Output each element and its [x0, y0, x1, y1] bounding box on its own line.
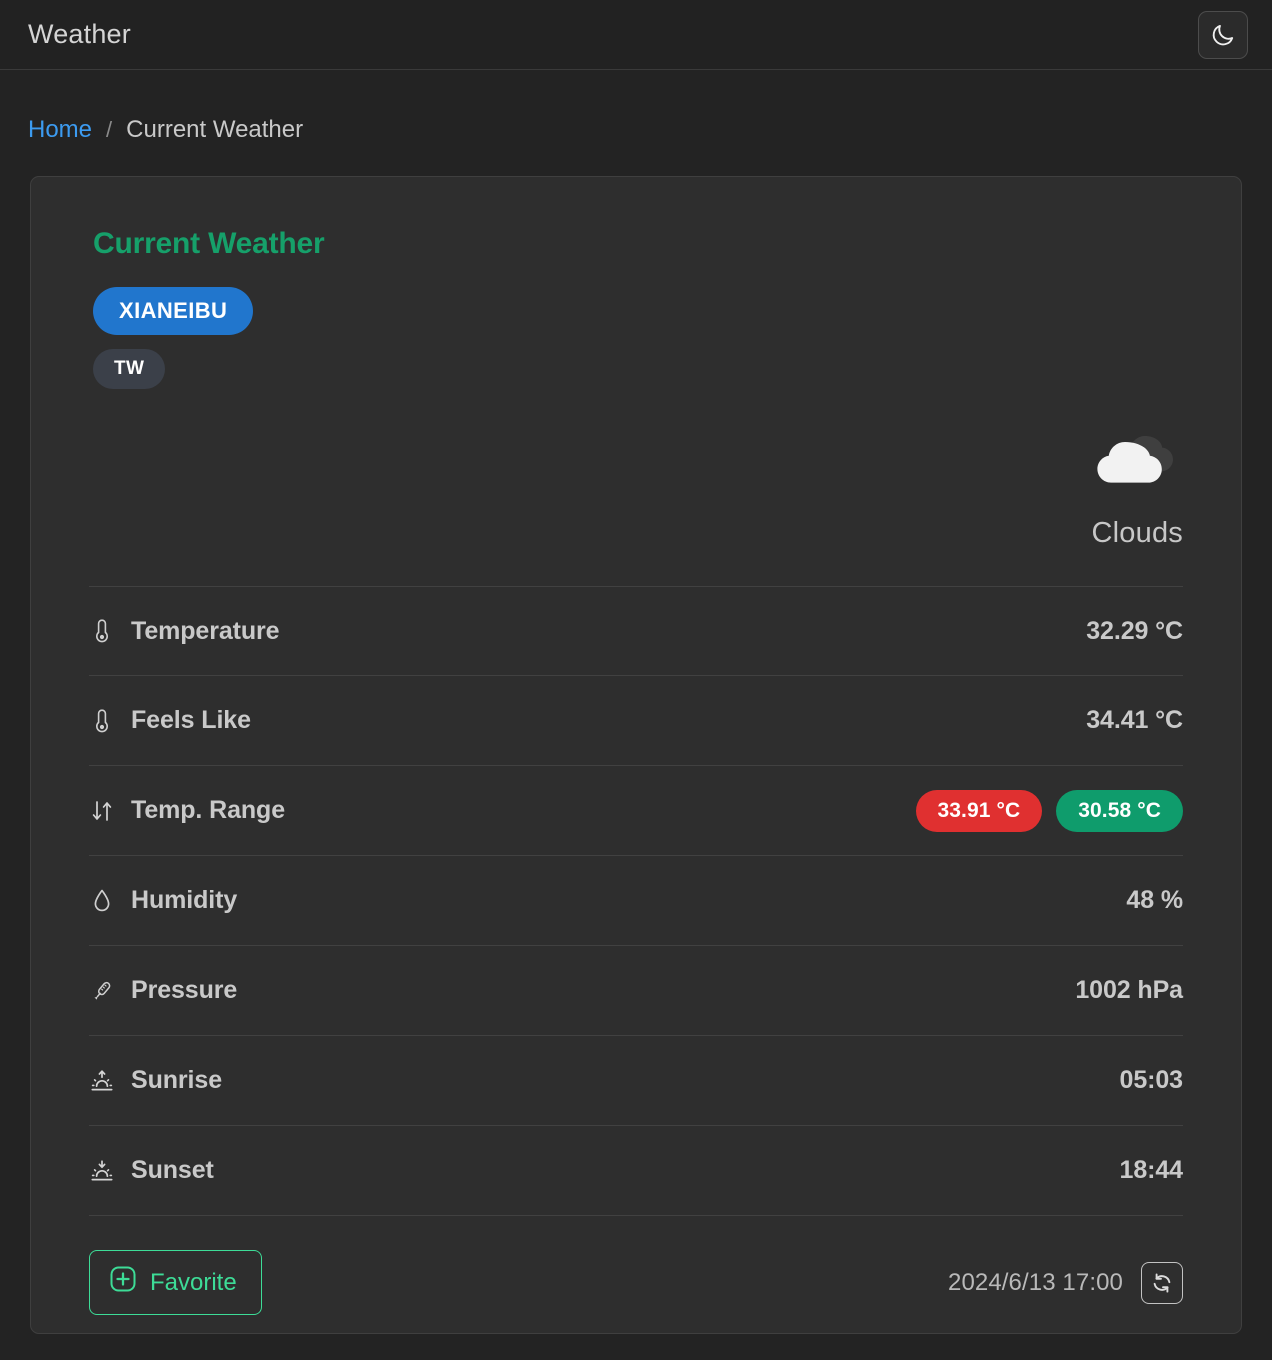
breadcrumb-separator: / [106, 117, 113, 142]
thermometer-icon [89, 618, 115, 644]
table-row: Sunrise 05:03 [89, 1036, 1183, 1126]
table-row: Sunset 18:44 [89, 1126, 1183, 1216]
condition-label: Clouds [1091, 517, 1183, 549]
row-value: 48 % [1126, 886, 1183, 914]
row-label: Sunset [131, 1156, 214, 1184]
temp-min-badge: 30.58 °C [1056, 789, 1183, 832]
app-title: Weather [28, 19, 131, 49]
droplet-icon [89, 888, 115, 914]
row-label: Pressure [131, 976, 238, 1004]
location-badges: XIANEIBU TW [93, 287, 1211, 389]
row-value: 34.41 °C [1086, 706, 1183, 734]
row-value: 1002 hPa [1075, 976, 1183, 1004]
temp-max-badge: 33.91 °C [915, 789, 1043, 832]
city-badge: XIANEIBU [93, 287, 254, 335]
favorite-button-label: Favorite [150, 1268, 237, 1296]
arrows-up-down-icon [89, 798, 115, 824]
card-footer: Favorite 2024/6/13 17:00 [61, 1250, 1211, 1315]
refresh-icon [1153, 1272, 1171, 1293]
footer-meta: 2024/6/13 17:00 [948, 1261, 1183, 1304]
row-label: Sunrise [131, 1066, 222, 1094]
last-updated-timestamp: 2024/6/13 17:00 [948, 1268, 1123, 1296]
table-row: Temperature 32.29 °C [89, 586, 1183, 676]
country-badge: TW [93, 349, 166, 389]
row-label: Temp. Range [131, 796, 286, 824]
table-row: Feels Like 34.41 °C [89, 676, 1183, 766]
refresh-button[interactable] [1141, 1261, 1183, 1304]
weather-condition: Clouds [61, 409, 1183, 550]
table-row: Pressure 1002 hPa [89, 946, 1183, 1036]
table-row: Humidity 48 % [89, 856, 1183, 946]
moon-icon [1212, 24, 1234, 45]
favorite-button[interactable]: Favorite [89, 1250, 262, 1315]
temp-range-pills: 33.91 °C 30.58 °C [915, 789, 1183, 832]
sunrise-icon [89, 1068, 115, 1094]
weather-detail-list: Temperature 32.29 °C Feels Like 34.41 °C [61, 586, 1211, 1216]
row-value: 32.29 °C [1086, 616, 1183, 645]
row-label: Temperature [131, 616, 280, 645]
table-row: Temp. Range 33.91 °C 30.58 °C [89, 766, 1183, 856]
breadcrumb-item-current: Current Weather [126, 116, 304, 143]
tilted-thermometer-icon [89, 978, 115, 1004]
row-label: Humidity [131, 886, 238, 914]
thermometer-icon [89, 708, 115, 734]
row-label: Feels Like [131, 706, 251, 734]
plus-square-icon [108, 1264, 138, 1301]
breadcrumb: Home / Current Weather [0, 70, 1272, 144]
breadcrumb-item-home[interactable]: Home [28, 116, 92, 144]
row-value: 18:44 [1119, 1156, 1184, 1184]
card-title: Current Weather [93, 227, 325, 260]
sunset-icon [89, 1158, 115, 1184]
current-weather-card: Current Weather XIANEIBU TW Clouds Tempe… [30, 176, 1242, 1334]
app-header: Weather [0, 0, 1272, 70]
row-value: 05:03 [1119, 1066, 1184, 1094]
clouds-icon [1087, 409, 1183, 501]
theme-toggle-button[interactable] [1198, 10, 1248, 59]
